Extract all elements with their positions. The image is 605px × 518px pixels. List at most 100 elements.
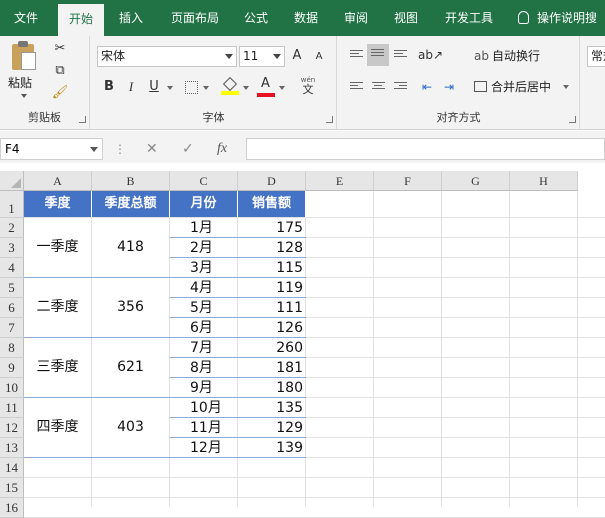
quarter-total-cell[interactable]: 356 [92,278,169,337]
row-header-8[interactable]: 8 [0,338,24,358]
font-color-button[interactable]: A [257,76,275,98]
paste-button[interactable]: 粘贴 [6,41,42,98]
chevron-down-icon[interactable] [279,86,285,90]
tab-home[interactable]: 开始 [58,4,104,36]
column-header-h[interactable]: H [510,171,578,191]
enter-icon[interactable]: ✓ [182,138,194,160]
cut-icon[interactable]: ✂ [50,38,70,60]
select-all-corner[interactable] [0,171,24,191]
format-painter-icon[interactable]: 🖌 [50,82,70,104]
column-header-g[interactable]: G [442,171,510,191]
month-cell[interactable]: 6月 [190,318,236,338]
column-header-d[interactable]: D [238,171,306,191]
bold-button[interactable]: B [99,76,119,98]
column-header-a[interactable]: A [24,171,92,191]
decrease-indent-icon[interactable]: ⇤ [418,76,436,98]
cancel-icon[interactable]: ✕ [146,138,158,160]
font-launcher-icon[interactable] [326,116,333,123]
row-header-16[interactable]: 16 [0,498,24,518]
orientation-icon[interactable]: ab↗ [418,44,443,66]
tab-view[interactable]: 视图 [384,0,428,36]
copy-icon[interactable]: ⧉ [50,60,70,82]
month-cell[interactable]: 3月 [190,258,236,278]
column-header-e[interactable]: E [306,171,374,191]
name-box[interactable]: F4 [0,138,103,160]
tab-review[interactable]: 审阅 [334,0,378,36]
header-quarter-total[interactable]: 季度总额 [92,191,170,217]
chevron-down-icon[interactable] [203,86,209,90]
row-header-5[interactable]: 5 [0,278,24,298]
tab-data[interactable]: 数据 [284,0,328,36]
quarter-total-cell[interactable]: 403 [92,398,169,457]
align-bottom-icon[interactable] [394,50,407,62]
month-cell[interactable]: 9月 [190,378,236,398]
column-header-b[interactable]: B [92,171,170,191]
quarter-cell[interactable]: 四季度 [24,398,91,457]
wrap-text-button[interactable]: ab 自动换行 [474,46,540,66]
header-month[interactable]: 月份 [170,191,238,217]
formula-input[interactable] [246,138,605,160]
alignment-launcher-icon[interactable] [569,116,576,123]
sales-cell[interactable]: 126 [238,318,303,338]
align-middle-button[interactable] [367,44,389,66]
align-right-icon[interactable] [394,82,407,94]
chevron-down-icon[interactable] [243,86,249,90]
insert-function-icon[interactable]: fx [217,138,227,160]
sales-cell[interactable]: 175 [238,218,303,238]
row-header-3[interactable]: 3 [0,238,24,258]
grow-font-button[interactable]: A [289,45,305,67]
quarter-cell[interactable]: 三季度 [24,338,91,397]
sales-cell[interactable]: 180 [238,378,303,398]
month-cell[interactable]: 2月 [190,238,236,258]
row-header-1[interactable]: 1 [0,191,24,218]
header-quarter[interactable]: 季度 [24,191,92,217]
row-header-9[interactable]: 9 [0,358,24,378]
sales-cell[interactable]: 119 [238,278,303,298]
tab-page-layout[interactable]: 页面布局 [162,0,228,36]
sales-cell[interactable]: 181 [238,358,303,378]
row-header-10[interactable]: 10 [0,378,24,398]
sales-cell[interactable]: 129 [238,418,303,438]
font-name-combo[interactable]: 宋体 [97,46,237,67]
phonetic-guide-button[interactable]: wén 文 [297,76,319,98]
quarter-cell[interactable]: 二季度 [24,278,91,337]
align-center-icon[interactable] [372,82,385,94]
row-header-4[interactable]: 4 [0,258,24,278]
row-header-15[interactable]: 15 [0,478,24,498]
sales-cell[interactable]: 115 [238,258,303,278]
align-top-icon[interactable] [350,50,363,62]
month-cell[interactable]: 5月 [190,298,236,318]
clipboard-launcher-icon[interactable] [79,116,86,123]
tell-me-search[interactable]: 操作说明搜 [518,0,597,36]
column-header-c[interactable]: C [170,171,238,191]
sales-cell[interactable]: 111 [238,298,303,318]
month-cell[interactable]: 11月 [190,418,236,438]
quarter-total-cell[interactable]: 621 [92,338,169,397]
increase-indent-icon[interactable]: ⇥ [440,76,458,98]
row-header-2[interactable]: 2 [0,218,24,238]
sales-cell[interactable]: 139 [238,438,303,458]
merge-center-button[interactable]: 合并后居中 [474,77,569,97]
tab-formulas[interactable]: 公式 [234,0,278,36]
italic-button[interactable]: I [121,76,141,98]
month-cell[interactable]: 1月 [190,218,236,238]
month-cell[interactable]: 4月 [190,278,236,298]
borders-icon[interactable] [185,81,198,94]
sales-cell[interactable]: 260 [238,338,303,358]
tab-developer[interactable]: 开发工具 [436,0,502,36]
align-left-icon[interactable] [350,82,363,94]
tab-file[interactable]: 文件 [0,0,52,36]
column-header-f[interactable]: F [374,171,442,191]
header-sales[interactable]: 销售额 [238,191,306,217]
font-size-combo[interactable]: 11 [239,46,285,67]
month-cell[interactable]: 7月 [190,338,236,358]
row-header-13[interactable]: 13 [0,438,24,458]
quarter-total-cell[interactable]: 418 [92,218,169,277]
underline-button[interactable]: U [143,76,165,98]
row-header-12[interactable]: 12 [0,418,24,438]
sales-cell[interactable]: 128 [238,238,303,258]
row-header-14[interactable]: 14 [0,458,24,478]
month-cell[interactable]: 12月 [190,438,236,458]
shrink-font-button[interactable]: A [311,46,327,68]
row-header-7[interactable]: 7 [0,318,24,338]
